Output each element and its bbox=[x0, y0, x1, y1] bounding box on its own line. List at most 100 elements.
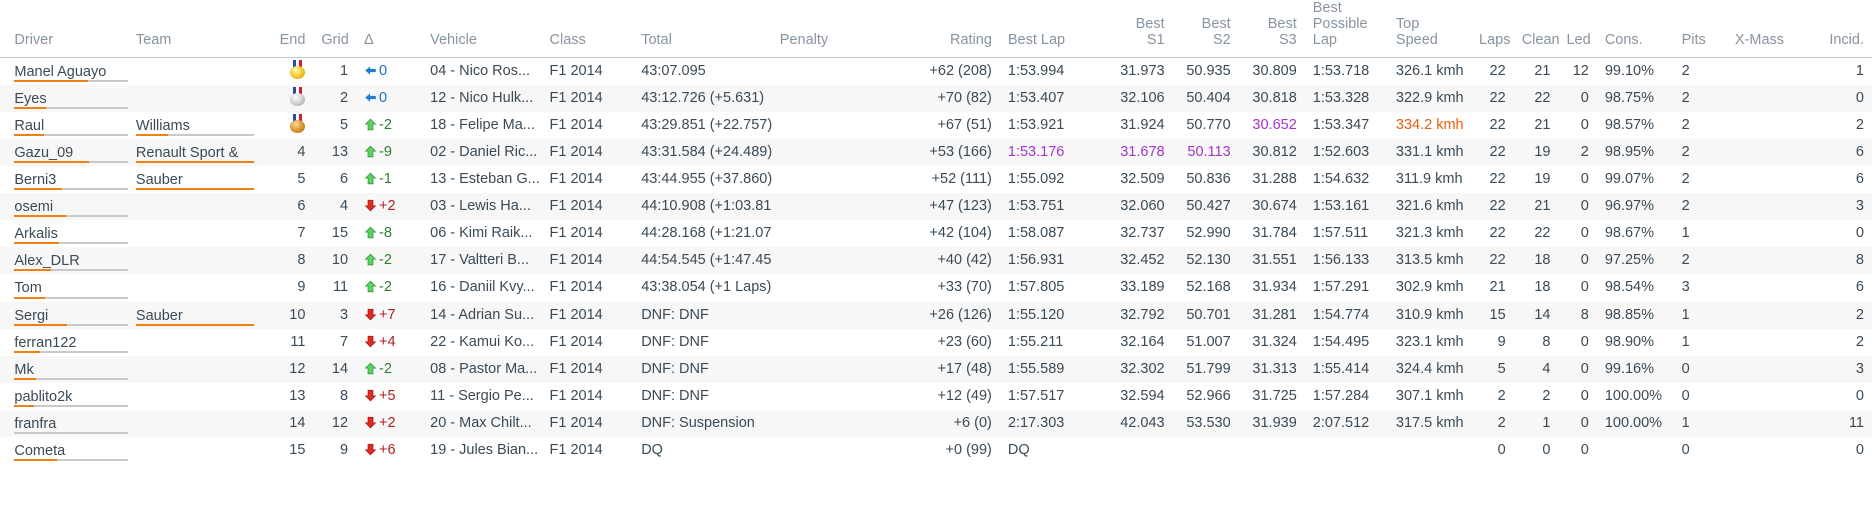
driver-cell[interactable]: Arkalis bbox=[6, 220, 128, 247]
column-header-cons[interactable]: Cons. bbox=[1596, 0, 1674, 58]
team-cell[interactable]: Sauber bbox=[127, 301, 267, 329]
table-row[interactable]: Mk 12 14 -2 08 - Pastor Ma... F1 2014 DNF: DNF… bbox=[0, 355, 1872, 383]
total-cell: DNF: DNF bbox=[641, 387, 709, 404]
column-header-vehicle[interactable]: Vehicle bbox=[422, 0, 542, 58]
column-header-top-speed[interactable]: Top Speed bbox=[1387, 0, 1472, 58]
driver-label[interactable]: Raul bbox=[14, 117, 44, 135]
driver-label[interactable]: Manel Aguayo bbox=[14, 63, 106, 81]
table-row[interactable]: pablito2k 13 8 +5 11 - Sergio Pe... F1 2014 DN… bbox=[0, 383, 1872, 410]
team-label[interactable]: Sauber bbox=[136, 171, 183, 189]
rating-cell: +53 (166) bbox=[910, 138, 1000, 167]
column-header-penalty[interactable]: Penalty bbox=[771, 0, 911, 58]
position-delta-value: +2 bbox=[379, 198, 396, 215]
column-header-total[interactable]: Total bbox=[633, 0, 772, 58]
table-row[interactable]: Arkalis 7 15 -8 06 - Kimi Raik... F1 2014 44:2… bbox=[0, 220, 1872, 247]
x-mass-cell bbox=[1726, 193, 1806, 221]
end-cell: 15 bbox=[289, 442, 306, 459]
driver-label[interactable]: Berni3 bbox=[14, 171, 56, 189]
table-row[interactable]: Manel Aguayo 1 0 04 - Nico Ros... F1 2014 43:… bbox=[0, 57, 1872, 85]
end-cell: 9 bbox=[297, 279, 306, 296]
column-header-laps[interactable]: Laps bbox=[1471, 0, 1514, 58]
column-header-best-s1[interactable]: Best S1 bbox=[1106, 0, 1173, 58]
position-delta-cell: 0 bbox=[356, 84, 423, 112]
column-header-led[interactable]: Led bbox=[1558, 0, 1597, 58]
driver-cell[interactable]: franfra bbox=[6, 409, 128, 438]
driver-label[interactable]: Arkalis bbox=[14, 225, 58, 243]
class-cell: F1 2014 bbox=[541, 355, 634, 383]
driver-cell[interactable]: Cometa bbox=[6, 437, 128, 464]
team-label[interactable]: Sauber bbox=[136, 307, 183, 325]
driver-cell[interactable]: pablito2k bbox=[6, 383, 128, 410]
column-header-best-s3[interactable]: Best S3 bbox=[1238, 0, 1305, 58]
column-header-grid[interactable]: Grid bbox=[313, 0, 357, 58]
driver-cell[interactable]: Manel Aguayo bbox=[6, 57, 128, 85]
table-row[interactable]: Gazu_09 Renault Sport & 4 13 -9 02 - Daniel R… bbox=[0, 138, 1872, 167]
table-row[interactable]: Cometa 15 9 +6 19 - Jules Bian... F1 2014 DQ +0… bbox=[0, 437, 1872, 464]
driver-label[interactable]: Mk bbox=[14, 361, 33, 379]
x-mass-cell bbox=[1727, 112, 1806, 139]
driver-cell[interactable]: ferran122 bbox=[6, 329, 128, 356]
class-cell: F1 2014 bbox=[541, 193, 634, 221]
x-mass-cell bbox=[1727, 329, 1806, 356]
table-row[interactable]: Alex_DLR 8 10 -2 17 - Valtteri B... F1 2014 44… bbox=[0, 247, 1872, 275]
column-header-class[interactable]: Class bbox=[541, 0, 634, 58]
best-lap-cell: 1:55.211 bbox=[1007, 333, 1064, 350]
driver-cell[interactable]: Mk bbox=[6, 355, 128, 383]
column-header-delta[interactable]: Δ bbox=[356, 0, 423, 58]
best-s1-cell: 32.509 bbox=[1120, 171, 1165, 188]
driver-label[interactable]: Tom bbox=[14, 279, 41, 297]
column-header-best-s2[interactable]: Best S2 bbox=[1172, 0, 1239, 58]
best-possible-lap-cell: 1:53.161 bbox=[1304, 193, 1388, 221]
driver-cell[interactable]: Berni3 bbox=[6, 166, 128, 193]
table-row[interactable]: ferran122 11 7 +4 22 - Kamui Ko... F1 2014 DNF… bbox=[0, 329, 1872, 356]
column-header-team[interactable]: Team bbox=[127, 0, 267, 58]
class-cell: F1 2014 bbox=[541, 247, 634, 275]
table-row[interactable]: franfra 14 12 +2 20 - Max Chilt... F1 2014 DNF… bbox=[0, 409, 1872, 438]
team-cell[interactable]: Williams bbox=[128, 112, 267, 139]
top-speed-cell: 323.1 kmh bbox=[1395, 333, 1464, 350]
driver-cell[interactable]: Alex_DLR bbox=[6, 247, 128, 275]
driver-cell[interactable]: Sergi bbox=[6, 301, 128, 329]
column-header-driver[interactable]: Driver bbox=[6, 0, 128, 58]
total-cell: DNF: DNF bbox=[641, 333, 709, 350]
column-header-best-lap[interactable]: Best Lap bbox=[999, 0, 1107, 58]
team-cell[interactable]: Sauber bbox=[128, 166, 267, 193]
column-header-best-possible-lap[interactable]: Best Possible Lap bbox=[1304, 0, 1388, 58]
column-header-clean[interactable]: Clean bbox=[1513, 0, 1560, 58]
table-row[interactable]: Eyes 2 0 12 - Nico Hulk... F1 2014 43:12.726 … bbox=[0, 84, 1872, 112]
driver-cell[interactable]: Raul bbox=[6, 112, 128, 139]
driver-label[interactable]: ferran122 bbox=[14, 334, 76, 352]
class-cell: F1 2014 bbox=[549, 387, 603, 404]
driver-progress-track bbox=[14, 133, 128, 136]
led-cell: 8 bbox=[1558, 301, 1597, 329]
team-label[interactable]: Renault Sport & bbox=[136, 144, 238, 162]
table-row[interactable]: Sergi Sauber 10 3 +7 14 - Adrian Su... F1 2014… bbox=[0, 301, 1872, 329]
driver-label[interactable]: Eyes bbox=[14, 90, 46, 108]
driver-cell[interactable]: Eyes bbox=[6, 84, 128, 112]
driver-label[interactable]: Cometa bbox=[14, 442, 65, 460]
column-header-end[interactable]: End bbox=[266, 0, 314, 58]
table-row[interactable]: Berni3 Sauber 5 6 -1 13 - Esteban G... F1 2014… bbox=[0, 166, 1872, 193]
driver-label[interactable]: Alex_DLR bbox=[14, 252, 79, 270]
column-header-rating[interactable]: Rating bbox=[910, 0, 1000, 58]
best-lap-cell: 1:55.589 bbox=[999, 355, 1107, 383]
total-cell: 44:28.168 (+1:21.073) bbox=[641, 225, 772, 242]
top-speed-cell: 331.1 kmh bbox=[1387, 138, 1472, 167]
driver-label[interactable]: osemi bbox=[14, 198, 53, 216]
vehicle-cell: 11 - Sergio Pe... bbox=[430, 387, 534, 404]
column-header-x-mass[interactable]: X-Mass bbox=[1726, 0, 1806, 58]
driver-label[interactable]: Gazu_09 bbox=[14, 144, 73, 162]
team-label[interactable]: Williams bbox=[136, 117, 190, 135]
driver-label[interactable]: pablito2k bbox=[14, 388, 72, 406]
table-row[interactable]: osemi 6 4 +2 03 - Lewis Ha... F1 2014 44:10.90… bbox=[0, 193, 1872, 221]
team-cell[interactable]: Renault Sport & bbox=[127, 138, 267, 167]
column-header-incid[interactable]: Incid. bbox=[1805, 0, 1872, 58]
column-header-pits[interactable]: Pits bbox=[1673, 0, 1727, 58]
driver-cell[interactable]: Tom bbox=[6, 274, 128, 301]
driver-cell[interactable]: osemi bbox=[6, 193, 128, 221]
table-row[interactable]: Tom 9 11 -2 16 - Daniil Kvy... F1 2014 43:38.0… bbox=[0, 274, 1872, 301]
driver-label[interactable]: Sergi bbox=[14, 307, 48, 325]
driver-label[interactable]: franfra bbox=[14, 415, 56, 433]
table-row[interactable]: Raul Williams 5 -2 18 - Felipe Ma... F1 2014 4… bbox=[0, 112, 1872, 139]
driver-cell[interactable]: Gazu_09 bbox=[6, 138, 128, 167]
